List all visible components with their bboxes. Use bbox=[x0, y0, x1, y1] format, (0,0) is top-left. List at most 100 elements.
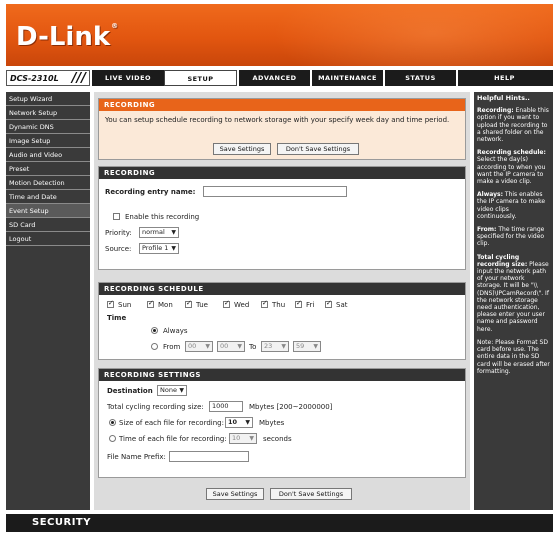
day-mon-label: Mon bbox=[158, 301, 173, 309]
help-hint-body: Note: Please Format SD card before use. … bbox=[477, 338, 550, 375]
from-hour-value: 00 bbox=[188, 342, 197, 350]
save-settings-button-bottom[interactable]: Save Settings bbox=[206, 488, 264, 500]
sidebar-item-network-setup[interactable]: Network Setup bbox=[6, 106, 90, 120]
day-fri-label: Fri bbox=[306, 301, 315, 309]
to-hour-select[interactable]: 23 ▼ bbox=[261, 341, 289, 352]
help-hint: Recording schedule: Select the day(s) ac… bbox=[477, 149, 550, 185]
sidebar-item-sd-card[interactable]: SD Card bbox=[6, 218, 90, 232]
day-wed-label: Wed bbox=[234, 301, 250, 309]
help-title: Helpful Hints.. bbox=[477, 94, 530, 102]
sidebar-item-motion-detection[interactable]: Motion Detection bbox=[6, 176, 90, 190]
always-radio[interactable] bbox=[151, 327, 158, 334]
enable-recording-label: Enable this recording bbox=[125, 213, 200, 221]
to-hour-value: 23 bbox=[264, 342, 273, 350]
logo-registered-mark: ® bbox=[111, 22, 119, 30]
help-hint-body: Please input the network path of your ne… bbox=[477, 260, 549, 333]
cycling-size-label: Total cycling recording size: bbox=[107, 403, 204, 411]
tab-help[interactable]: HELP bbox=[456, 70, 551, 86]
tab-status[interactable]: STATUS bbox=[383, 70, 456, 86]
footer-bar: SECURITY bbox=[6, 514, 553, 532]
to-minute-select[interactable]: 59 ▼ bbox=[293, 341, 321, 352]
always-label: Always bbox=[163, 327, 188, 335]
from-minute-select[interactable]: 00 ▼ bbox=[217, 341, 245, 352]
day-tue-checkbox[interactable] bbox=[185, 299, 192, 308]
dont-save-settings-button-bottom[interactable]: Don't Save Settings bbox=[270, 488, 352, 500]
sidebar-item-image-setup[interactable]: Image Setup bbox=[6, 134, 90, 148]
day-tue-label: Tue bbox=[196, 301, 208, 309]
intro-text: You can setup schedule recording to netw… bbox=[105, 116, 450, 124]
day-fri-checkbox[interactable] bbox=[295, 299, 302, 308]
tab-maintenance[interactable]: MAINTENANCE bbox=[310, 70, 383, 86]
schedule-section: RECORDING SCHEDULE Sun Mon Tue Wed Thu F… bbox=[98, 282, 466, 360]
to-minute-value: 59 bbox=[296, 342, 305, 350]
time-each-file-label: Time of each file for recording: bbox=[119, 435, 227, 443]
chevron-down-icon: ▼ bbox=[313, 343, 318, 350]
destination-select[interactable]: None ▼ bbox=[157, 385, 187, 396]
settings-section: RECORDING SETTINGS Destination None ▼ To… bbox=[98, 368, 466, 478]
priority-select[interactable]: normal ▼ bbox=[139, 227, 179, 238]
time-each-file-select[interactable]: 10 ▼ bbox=[229, 433, 257, 444]
from-radio[interactable] bbox=[151, 343, 158, 350]
size-each-file-radio[interactable] bbox=[109, 419, 116, 426]
schedule-title: RECORDING SCHEDULE bbox=[99, 283, 465, 295]
logo-text: D-Link bbox=[16, 22, 111, 52]
size-each-file-select[interactable]: 10 ▼ bbox=[225, 417, 253, 428]
help-hint-head: Always: bbox=[477, 191, 503, 199]
header-banner: D-Link® bbox=[6, 4, 553, 66]
sidebar-item-audio-video[interactable]: Audio and Video bbox=[6, 148, 90, 162]
intro-title: RECORDING bbox=[99, 99, 465, 111]
sidebar-item-setup-wizard[interactable]: Setup Wizard bbox=[6, 92, 90, 106]
footer-label: SECURITY bbox=[32, 517, 91, 528]
dont-save-settings-button-top[interactable]: Don't Save Settings bbox=[277, 143, 359, 155]
entry-name-label: Recording entry name: bbox=[105, 188, 196, 196]
sidebar-item-logout[interactable]: Logout bbox=[6, 232, 90, 246]
help-hint-head: Recording schedule: bbox=[477, 149, 546, 157]
size-each-file-value: 10 bbox=[228, 418, 238, 426]
help-hint: Recording: Enable this option if you wan… bbox=[477, 107, 550, 143]
source-select[interactable]: Profile 1 ▼ bbox=[139, 243, 179, 254]
day-mon-checkbox[interactable] bbox=[147, 299, 154, 308]
cycling-size-input[interactable]: 1000 bbox=[209, 401, 243, 412]
day-sun-checkbox[interactable] bbox=[107, 299, 114, 308]
time-each-file-radio[interactable] bbox=[109, 435, 116, 442]
time-label: Time bbox=[107, 314, 127, 322]
sidebar-item-event-setup[interactable]: Event Setup bbox=[6, 204, 90, 218]
size-each-file-label: Size of each file for recording: bbox=[119, 419, 224, 427]
entry-name-input[interactable] bbox=[203, 186, 347, 197]
help-hint-body: Select the day(s) according to when you … bbox=[477, 156, 546, 186]
recording-title: RECORDING bbox=[99, 167, 465, 179]
from-hour-select[interactable]: 00 ▼ bbox=[185, 341, 213, 352]
tab-live-video[interactable]: LIVE VIDEO bbox=[90, 70, 164, 86]
day-thu-checkbox[interactable] bbox=[261, 299, 268, 308]
day-sat-checkbox[interactable] bbox=[325, 299, 332, 308]
day-wed-checkbox[interactable] bbox=[223, 299, 230, 308]
size-each-file-unit: Mbytes bbox=[259, 419, 285, 427]
sidebar-item-dynamic-dns[interactable]: Dynamic DNS bbox=[6, 120, 90, 134]
sidebar-item-preset[interactable]: Preset bbox=[6, 162, 90, 176]
file-prefix-input[interactable] bbox=[169, 451, 249, 462]
sidebar-item-time-date[interactable]: Time and Date bbox=[6, 190, 90, 204]
from-minute-value: 00 bbox=[220, 342, 229, 350]
save-settings-button-top[interactable]: Save Settings bbox=[213, 143, 271, 155]
source-value: Profile 1 bbox=[142, 244, 169, 252]
source-label: Source: bbox=[105, 245, 132, 253]
chevron-down-icon: ▼ bbox=[249, 435, 254, 442]
chevron-down-icon: ▼ bbox=[171, 245, 176, 252]
enable-recording-checkbox[interactable] bbox=[113, 213, 120, 220]
help-hint-head: From: bbox=[477, 226, 497, 234]
help-hint: Note: Please Format SD card before use. … bbox=[477, 339, 550, 375]
intro-section: RECORDING You can setup schedule recordi… bbox=[98, 98, 466, 160]
destination-label: Destination bbox=[107, 387, 153, 395]
tab-advanced[interactable]: ADVANCED bbox=[237, 70, 310, 86]
time-each-file-value: 10 bbox=[232, 434, 241, 442]
time-each-file-unit: seconds bbox=[263, 435, 292, 443]
tab-setup[interactable]: SETUP bbox=[164, 70, 237, 86]
chevron-down-icon: ▼ bbox=[237, 343, 242, 350]
help-hint: Always: This enables the IP camera to ma… bbox=[477, 191, 550, 220]
day-sun-label: Sun bbox=[118, 301, 132, 309]
day-sat-label: Sat bbox=[336, 301, 348, 309]
help-hint-head: Total cycling recording size: bbox=[477, 253, 528, 268]
chevron-down-icon: ▼ bbox=[281, 343, 286, 350]
settings-title: RECORDING SETTINGS bbox=[99, 369, 465, 381]
recording-section: RECORDING Recording entry name: Enable t… bbox=[98, 166, 466, 270]
